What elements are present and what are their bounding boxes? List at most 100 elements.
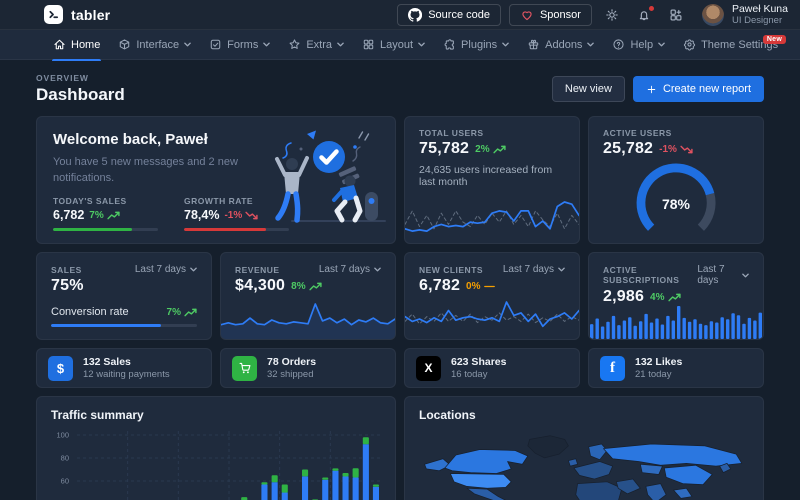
page-header: OVERVIEW Dashboard New view Create new r… [0, 60, 800, 116]
active-users-card: ACTIVE USERS 25,782 -1% 78% [588, 116, 764, 244]
subscriptions-period-dropdown[interactable]: Last 7 days [697, 264, 749, 286]
map-region-greenland [528, 436, 569, 458]
puzzle-icon [443, 38, 456, 51]
total-users-sparkline [405, 197, 579, 243]
subscriptions-card: ACTIVE SUBSCRIPTIONS Last 7 days 2,986 4… [588, 252, 764, 340]
notification-dot [648, 5, 655, 12]
sponsor-label: Sponsor [540, 9, 581, 21]
revenue-card: REVENUE Last 7 days $4,300 8% [220, 252, 396, 340]
welcome-stat-delta: 7% [89, 210, 103, 221]
theme-toggle-button[interactable] [600, 8, 624, 22]
stat-card-0[interactable]: $132 Sales12 waiting payments [36, 348, 212, 388]
stat-card-title: 78 Orders [267, 356, 316, 369]
revenue-period-dropdown[interactable]: Last 7 days [319, 264, 381, 275]
theme-settings-button[interactable]: Theme Settings New [674, 30, 787, 60]
period-label: Last 7 days [697, 264, 738, 286]
world-map [419, 431, 751, 500]
stat-card-2[interactable]: X623 Shares16 today [404, 348, 580, 388]
gauge-value: 78% [626, 196, 726, 212]
period-label: Last 7 days [319, 264, 370, 275]
create-report-label: Create new report [663, 83, 751, 95]
nav-item-home[interactable]: Home [44, 30, 109, 60]
traffic-summary-chart: 100806040200 [51, 429, 383, 500]
trending-up-icon [493, 145, 506, 154]
total-users-delta: 2% [475, 144, 489, 155]
minus-icon [484, 282, 495, 291]
map-region-china [664, 465, 712, 484]
nav-item-interface[interactable]: Interface [109, 30, 200, 60]
create-report-button[interactable]: Create new report [633, 76, 764, 102]
new-clients-label: NEW CLIENTS [419, 265, 483, 275]
brand-name: tabler [71, 7, 110, 23]
tabler-logo-icon [44, 5, 63, 24]
page-pretitle: OVERVIEW [36, 73, 125, 83]
brand[interactable]: tabler [44, 5, 110, 24]
new-view-label: New view [565, 83, 612, 95]
map-region-africa [576, 482, 622, 500]
period-label: Last 7 days [503, 264, 554, 275]
sales-value: 75% [51, 277, 84, 295]
map-region-uk [568, 459, 577, 466]
welcome-stat-label: GROWTH RATE [184, 196, 289, 206]
sponsor-button[interactable]: Sponsor [509, 4, 592, 26]
revenue-delta: 8% [291, 281, 305, 292]
nav-item-forms[interactable]: Forms [200, 30, 279, 60]
new-clients-delta: 0% [466, 281, 480, 292]
nav-item-label: Interface [136, 39, 179, 51]
chevron-down-icon [418, 42, 425, 47]
new-clients-card: NEW CLIENTS Last 7 days 6,782 0% [404, 252, 580, 340]
welcome-subtitle: You have 5 new messages and 2 new notifi… [53, 155, 258, 187]
nav-item-label: Plugins [461, 39, 497, 51]
revenue-value: $4,300 [235, 277, 285, 295]
revenue-label: REVENUE [235, 265, 280, 275]
total-users-value: 75,782 [419, 140, 469, 158]
new-clients-period-dropdown[interactable]: Last 7 days [503, 264, 565, 275]
stat-card-subtitle: 16 today [451, 369, 506, 381]
welcome-stat-value: 78,4% [184, 208, 219, 222]
nav-item-addons[interactable]: Addons [518, 30, 603, 60]
gift-icon [527, 38, 540, 51]
source-code-button[interactable]: Source code [397, 4, 501, 26]
conversion-progress [51, 324, 197, 327]
welcome-stat: TODAY'S SALES6,7827% [53, 196, 158, 231]
nav-item-label: Home [71, 39, 100, 51]
page-title: Dashboard [36, 85, 125, 105]
welcome-stat-label: TODAY'S SALES [53, 196, 158, 206]
trending-up-icon [309, 282, 322, 291]
chevron-down-icon [558, 267, 565, 272]
avatar [702, 4, 724, 26]
settings-icon [683, 38, 696, 51]
x-brand-icon: X [416, 356, 441, 381]
nav-item-layout[interactable]: Layout [353, 30, 434, 60]
chevron-down-icon [742, 273, 749, 278]
svg-text:60: 60 [61, 477, 69, 486]
notifications-button[interactable] [632, 8, 656, 22]
new-badge: New [763, 35, 786, 44]
stat-card-3[interactable]: f132 Likes21 today [588, 348, 764, 388]
nav-item-label: Forms [227, 39, 258, 51]
welcome-stat-delta: -1% [224, 210, 242, 221]
map-region-scandinavia [589, 444, 607, 460]
nav-item-extra[interactable]: Extra [279, 30, 353, 60]
stat-card-1[interactable]: 78 Orders32 shipped [220, 348, 396, 388]
active-users-delta: -1% [659, 144, 677, 155]
source-code-label: Source code [428, 9, 490, 21]
traffic-title: Traffic summary [51, 408, 381, 422]
active-users-label: ACTIVE USERS [603, 128, 749, 138]
apps-button[interactable] [664, 8, 688, 22]
nav-item-help[interactable]: Help [603, 30, 674, 60]
sales-period-dropdown[interactable]: Last 7 days [135, 264, 197, 275]
user-menu[interactable]: Paweł Kuna UI Designer [702, 3, 788, 27]
welcome-stat: GROWTH RATE 78,4% -1% [184, 196, 289, 231]
top-bar: tabler Source code Sponsor Paweł Kuna UI… [0, 0, 800, 30]
home-icon [53, 38, 66, 51]
welcome-card: Welcome back, Paweł You have 5 new messa… [36, 116, 396, 244]
nav-item-label: Help [630, 39, 653, 51]
map-region-central-asia [640, 464, 662, 474]
heart-icon [520, 8, 534, 22]
trending-up-icon [107, 211, 120, 220]
nav-item-plugins[interactable]: Plugins [434, 30, 518, 60]
new-view-button[interactable]: New view [552, 76, 625, 102]
map-region-mexico [467, 488, 506, 500]
trending-up-icon [668, 293, 681, 302]
